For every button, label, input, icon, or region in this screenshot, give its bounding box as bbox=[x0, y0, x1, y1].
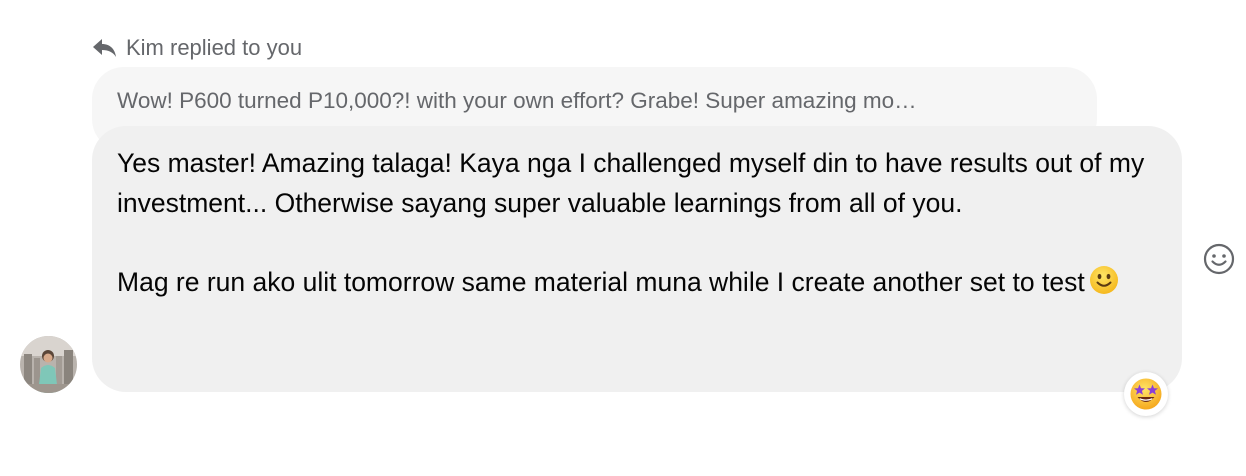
reply-arrow-icon bbox=[92, 37, 118, 59]
message-paragraph-with-emoji: Mag re run ako ulit tomorrow same materi… bbox=[117, 263, 1152, 307]
slightly-smiling-face-icon bbox=[1089, 265, 1119, 307]
message-reaction[interactable] bbox=[1124, 372, 1168, 416]
quoted-message-text: Wow! P600 turned P10,000?! with your own… bbox=[117, 88, 917, 113]
reply-context: Kim replied to you bbox=[92, 33, 302, 63]
star-struck-icon bbox=[1130, 378, 1162, 410]
message-bubble[interactable]: Yes master! Amazing talaga! Kaya nga I c… bbox=[92, 126, 1182, 392]
message-paragraph: Yes master! Amazing talaga! Kaya nga I c… bbox=[117, 148, 1145, 218]
message-paragraph-text: Mag re run ako ulit tomorrow same materi… bbox=[117, 266, 1085, 297]
smiley-outline-icon bbox=[1203, 243, 1235, 275]
reply-context-label: Kim replied to you bbox=[126, 35, 303, 60]
avatar[interactable] bbox=[20, 336, 77, 393]
chat-thread: Kim replied to you Wow! P600 turned P10,… bbox=[0, 0, 1246, 476]
react-button[interactable] bbox=[1201, 241, 1237, 277]
